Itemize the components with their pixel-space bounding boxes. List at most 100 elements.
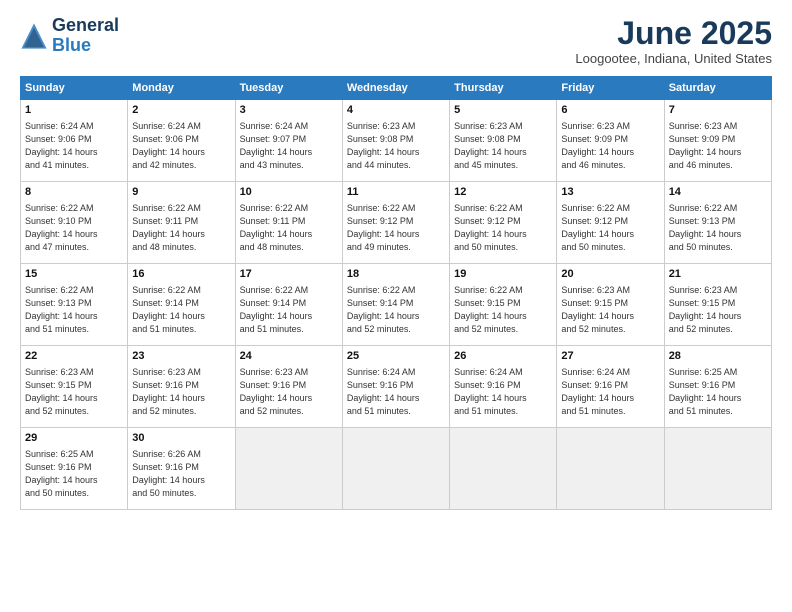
cell-date: 26 [454, 349, 552, 364]
calendar-cell: 30 Sunrise: 6:26 AM Sunset: 9:16 PM Dayli… [128, 428, 235, 510]
calendar-cell: 13Sunrise: 6:22 AM Sunset: 9:12 PM Dayli… [557, 182, 664, 264]
calendar-cell: 12 Sunrise: 6:22 AM Sunset: 9:12 PM Dayli… [450, 182, 557, 264]
header-friday: Friday [557, 77, 664, 100]
cell-info: Sunrise: 6:23 AM Sunset: 9:16 PM Dayligh… [240, 366, 338, 418]
cell-date: 29 [25, 431, 123, 446]
cell-info: Sunrise: 6:22 AM Sunset: 9:14 PM Dayligh… [347, 284, 445, 336]
calendar-cell: 14 Sunrise: 6:22 AM Sunset: 9:13 PM Dayli… [664, 182, 771, 264]
calendar-cell: 21Sunrise: 6:23 AM Sunset: 9:15 PM Dayli… [664, 264, 771, 346]
cell-date: 17 [240, 267, 338, 282]
calendar-cell: 5Sunrise: 6:23 AM Sunset: 9:08 PM Daylig… [450, 100, 557, 182]
cell-date: 28 [669, 349, 767, 364]
header-thursday: Thursday [450, 77, 557, 100]
cell-date: 30 [132, 431, 230, 446]
calendar-cell: 20 Sunrise: 6:23 AM Sunset: 9:15 PM Dayli… [557, 264, 664, 346]
cell-date: 23 [132, 349, 230, 364]
logo-general: General [52, 15, 119, 35]
header-sunday: Sunday [21, 77, 128, 100]
cell-info: Sunrise: 6:22 AM Sunset: 9:13 PM Dayligh… [669, 202, 767, 254]
cell-date: 25 [347, 349, 445, 364]
calendar-cell [450, 428, 557, 510]
cell-date: 2 [132, 103, 230, 118]
cell-date: 8 [25, 185, 123, 200]
cell-date: 10 [240, 185, 338, 200]
calendar-cell: 26 Sunrise: 6:24 AM Sunset: 9:16 PM Dayli… [450, 346, 557, 428]
calendar-cell: 9 Sunrise: 6:22 AM Sunset: 9:11 PM Daylig… [128, 182, 235, 264]
calendar-cell: 6 Sunrise: 6:23 AM Sunset: 9:09 PM Daylig… [557, 100, 664, 182]
title-month: June 2025 [575, 16, 772, 51]
calendar-cell: 17Sunrise: 6:22 AM Sunset: 9:14 PM Dayli… [235, 264, 342, 346]
cell-date: 3 [240, 103, 338, 118]
cell-info: Sunrise: 6:24 AM Sunset: 9:16 PM Dayligh… [561, 366, 659, 418]
calendar-cell [664, 428, 771, 510]
calendar-cell: 7 Sunrise: 6:23 AM Sunset: 9:09 PM Daylig… [664, 100, 771, 182]
cell-date: 9 [132, 185, 230, 200]
header-wednesday: Wednesday [342, 77, 449, 100]
calendar-cell: 16Sunrise: 6:22 AM Sunset: 9:14 PM Dayli… [128, 264, 235, 346]
calendar-cell: 10 Sunrise: 6:22 AM Sunset: 9:11 PM Dayli… [235, 182, 342, 264]
calendar-cell: 18 Sunrise: 6:22 AM Sunset: 9:14 PM Dayli… [342, 264, 449, 346]
cell-date: 6 [561, 103, 659, 118]
calendar-cell [235, 428, 342, 510]
cell-info: Sunrise: 6:22 AM Sunset: 9:11 PM Dayligh… [240, 202, 338, 254]
cell-info: Sunrise: 6:23 AM Sunset: 9:08 PM Dayligh… [454, 120, 552, 172]
cell-date: 4 [347, 103, 445, 118]
week-row-0: 1 Sunrise: 6:24 AM Sunset: 9:06 PM Daylig… [21, 100, 772, 182]
cell-info: Sunrise: 6:23 AM Sunset: 9:15 PM Dayligh… [25, 366, 123, 418]
calendar-cell [557, 428, 664, 510]
cell-info: Sunrise: 6:22 AM Sunset: 9:12 PM Dayligh… [561, 202, 659, 254]
cell-info: Sunrise: 6:22 AM Sunset: 9:10 PM Dayligh… [25, 202, 123, 254]
calendar-table: Sunday Monday Tuesday Wednesday Thursday… [20, 76, 772, 510]
logo-text: General Blue [52, 16, 119, 56]
header-tuesday: Tuesday [235, 77, 342, 100]
calendar-cell: 22 Sunrise: 6:23 AM Sunset: 9:15 PM Dayli… [21, 346, 128, 428]
calendar-cell: 8 Sunrise: 6:22 AM Sunset: 9:10 PM Daylig… [21, 182, 128, 264]
header-saturday: Saturday [664, 77, 771, 100]
cell-date: 12 [454, 185, 552, 200]
calendar-cell: 11Sunrise: 6:22 AM Sunset: 9:12 PM Dayli… [342, 182, 449, 264]
cell-date: 15 [25, 267, 123, 282]
logo: General Blue [20, 16, 119, 56]
cell-info: Sunrise: 6:22 AM Sunset: 9:11 PM Dayligh… [132, 202, 230, 254]
cell-date: 27 [561, 349, 659, 364]
calendar-cell: 27 Sunrise: 6:24 AM Sunset: 9:16 PM Dayli… [557, 346, 664, 428]
logo-icon [20, 22, 48, 50]
cell-info: Sunrise: 6:23 AM Sunset: 9:16 PM Dayligh… [132, 366, 230, 418]
cell-info: Sunrise: 6:26 AM Sunset: 9:16 PM Dayligh… [132, 448, 230, 500]
cell-date: 20 [561, 267, 659, 282]
calendar-cell: 29 Sunrise: 6:25 AM Sunset: 9:16 PM Dayli… [21, 428, 128, 510]
cell-date: 18 [347, 267, 445, 282]
cell-info: Sunrise: 6:23 AM Sunset: 9:15 PM Dayligh… [561, 284, 659, 336]
cell-info: Sunrise: 6:25 AM Sunset: 9:16 PM Dayligh… [25, 448, 123, 500]
cell-info: Sunrise: 6:22 AM Sunset: 9:12 PM Dayligh… [454, 202, 552, 254]
cell-date: 1 [25, 103, 123, 118]
cell-info: Sunrise: 6:22 AM Sunset: 9:13 PM Dayligh… [25, 284, 123, 336]
cell-date: 24 [240, 349, 338, 364]
calendar-cell: 23 Sunrise: 6:23 AM Sunset: 9:16 PM Dayli… [128, 346, 235, 428]
cell-info: Sunrise: 6:22 AM Sunset: 9:12 PM Dayligh… [347, 202, 445, 254]
week-row-1: 8 Sunrise: 6:22 AM Sunset: 9:10 PM Daylig… [21, 182, 772, 264]
week-row-3: 22 Sunrise: 6:23 AM Sunset: 9:15 PM Dayli… [21, 346, 772, 428]
calendar-cell [342, 428, 449, 510]
cell-date: 7 [669, 103, 767, 118]
calendar-cell: 1 Sunrise: 6:24 AM Sunset: 9:06 PM Daylig… [21, 100, 128, 182]
header-row: Sunday Monday Tuesday Wednesday Thursday… [21, 77, 772, 100]
cell-info: Sunrise: 6:23 AM Sunset: 9:09 PM Dayligh… [669, 120, 767, 172]
cell-info: Sunrise: 6:24 AM Sunset: 9:06 PM Dayligh… [132, 120, 230, 172]
cell-info: Sunrise: 6:22 AM Sunset: 9:14 PM Dayligh… [132, 284, 230, 336]
calendar-cell: 24 Sunrise: 6:23 AM Sunset: 9:16 PM Dayli… [235, 346, 342, 428]
cell-date: 19 [454, 267, 552, 282]
cell-info: Sunrise: 6:22 AM Sunset: 9:15 PM Dayligh… [454, 284, 552, 336]
cell-info: Sunrise: 6:23 AM Sunset: 9:09 PM Dayligh… [561, 120, 659, 172]
week-row-4: 29 Sunrise: 6:25 AM Sunset: 9:16 PM Dayli… [21, 428, 772, 510]
cell-date: 14 [669, 185, 767, 200]
cell-date: 22 [25, 349, 123, 364]
title-location: Loogootee, Indiana, United States [575, 51, 772, 66]
calendar-body: 1 Sunrise: 6:24 AM Sunset: 9:06 PM Daylig… [21, 100, 772, 510]
cell-info: Sunrise: 6:24 AM Sunset: 9:16 PM Dayligh… [347, 366, 445, 418]
cell-info: Sunrise: 6:24 AM Sunset: 9:06 PM Dayligh… [25, 120, 123, 172]
cell-info: Sunrise: 6:24 AM Sunset: 9:16 PM Dayligh… [454, 366, 552, 418]
header-monday: Monday [128, 77, 235, 100]
calendar-header: Sunday Monday Tuesday Wednesday Thursday… [21, 77, 772, 100]
logo-blue: Blue [52, 35, 91, 55]
